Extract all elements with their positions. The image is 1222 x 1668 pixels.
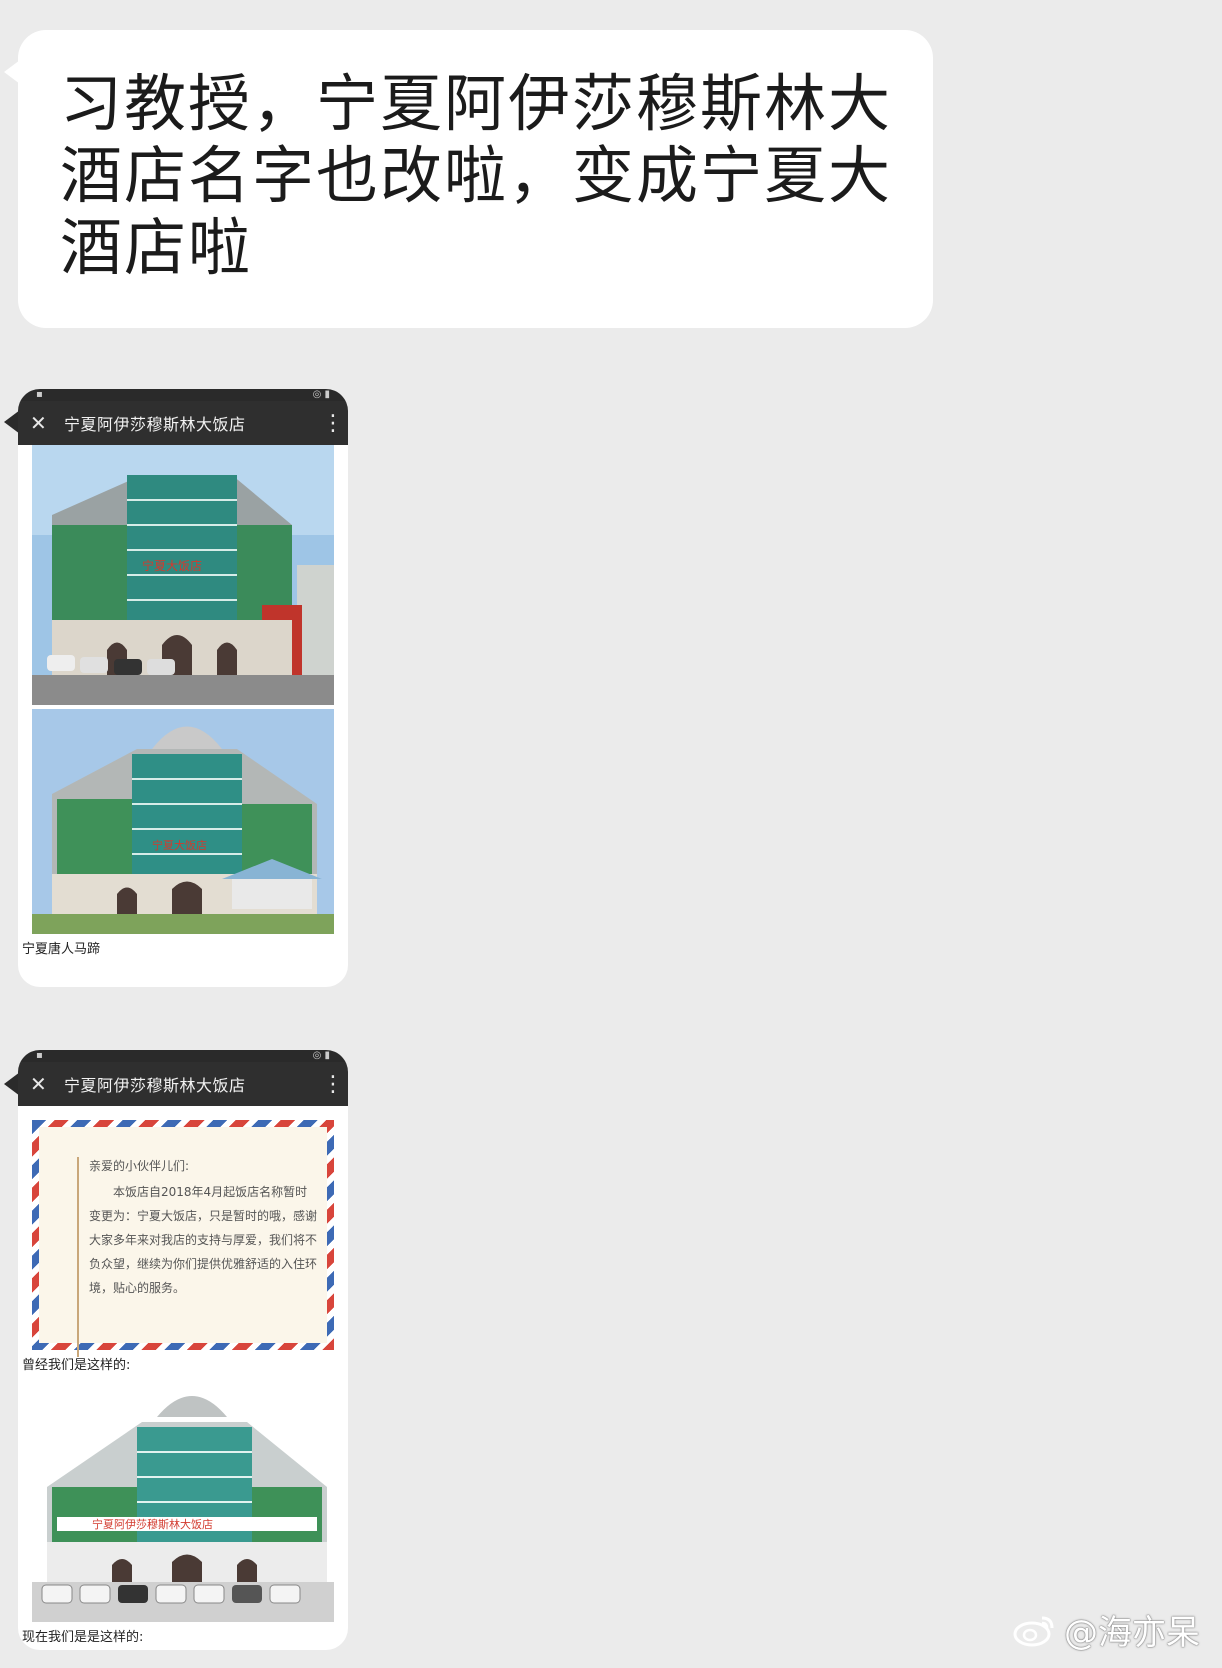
page-title: 宁夏阿伊莎穆斯林大饭店 bbox=[64, 1076, 246, 1095]
more-icon: ⋮ bbox=[322, 1071, 344, 1097]
image-caption: 宁夏唐人马蹄 bbox=[22, 942, 101, 957]
chat-message-bubble[interactable]: 习教授，宁夏阿伊莎穆斯林大酒店名字也改啦，变成宁夏大酒店啦 bbox=[4, 30, 933, 328]
hotel-photo: 宁夏大饭店 bbox=[32, 445, 334, 705]
hotel-photo: 宁夏大饭店 bbox=[32, 709, 334, 934]
phone-status-bar: ▪ ◎ ▮ bbox=[18, 389, 348, 401]
image-message-1[interactable]: ▪ ◎ ▮ ✕ 宁夏阿伊莎穆斯林大饭店 ⋮ 宁夏大饭店 宁夏大饭店 宁夏唐人马蹄 bbox=[18, 389, 348, 987]
weibo-icon bbox=[1013, 1616, 1054, 1646]
app-titlebar: ✕ 宁夏阿伊莎穆斯林大饭店 ⋮ bbox=[18, 401, 348, 445]
watermark-text: @海亦呆 bbox=[1064, 1613, 1200, 1653]
notice-body: 本饭店自2018年4月起饭店名称暂时变更为：宁夏大饭店，只是暂时的哦，感谢大家多… bbox=[89, 1185, 318, 1295]
more-icon: ⋮ bbox=[322, 410, 344, 436]
app-titlebar: ✕ 宁夏阿伊莎穆斯林大饭店 ⋮ bbox=[18, 1062, 348, 1106]
image-caption: 现在我们是是这样的: bbox=[22, 1630, 144, 1645]
notice-content: 亲爱的小伙伴儿们: 本饭店自2018年4月起饭店名称暂时变更为：宁夏大饭店，只是… bbox=[77, 1157, 319, 1357]
phone-status-bar: ▪ ◎ ▮ bbox=[18, 1050, 348, 1062]
close-icon: ✕ bbox=[30, 411, 47, 435]
close-icon: ✕ bbox=[30, 1072, 47, 1096]
svg-text:宁夏大饭店: 宁夏大饭店 bbox=[142, 558, 202, 573]
page-title: 宁夏阿伊莎穆斯林大饭店 bbox=[64, 415, 246, 434]
weibo-watermark: @海亦呆 bbox=[1012, 1605, 1200, 1654]
hotel-photo: 宁夏阿伊莎穆斯林大饭店 bbox=[32, 1377, 334, 1622]
image-message-2[interactable]: ▪ ◎ ▮ ✕ 宁夏阿伊莎穆斯林大饭店 ⋮ 亲爱的小伙伴儿们: 本饭店自2018年… bbox=[18, 1050, 348, 1650]
svg-text:宁夏阿伊莎穆斯林大饭店: 宁夏阿伊莎穆斯林大饭店 bbox=[92, 1517, 213, 1531]
svg-text:宁夏大饭店: 宁夏大饭店 bbox=[152, 838, 207, 852]
name-change-notice: 亲爱的小伙伴儿们: 本饭店自2018年4月起饭店名称暂时变更为：宁夏大饭店，只是… bbox=[32, 1120, 334, 1357]
notice-greeting: 亲爱的小伙伴儿们: bbox=[89, 1159, 190, 1173]
chat-message-text: 习教授，宁夏阿伊莎穆斯林大酒店名字也改啦，变成宁夏大酒店啦 bbox=[60, 67, 893, 284]
